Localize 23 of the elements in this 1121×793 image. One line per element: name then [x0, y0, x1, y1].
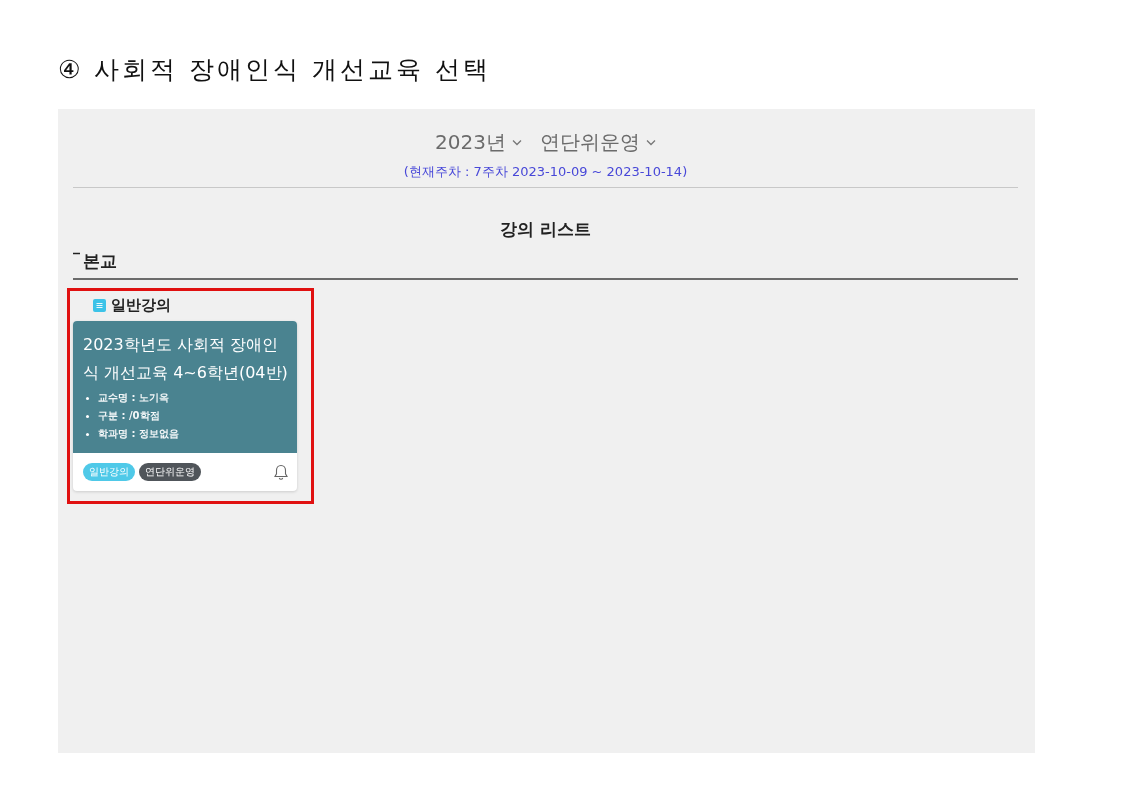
- campus-label[interactable]: 본교: [83, 248, 117, 274]
- list-icon: [93, 298, 106, 312]
- step-heading: ④ 사회적 장애인식 개선교육 선택: [58, 54, 493, 86]
- bullet-icon: [86, 414, 89, 418]
- course-detail: 교수명 : 노기옥: [98, 391, 169, 405]
- course-card[interactable]: 2023학년도 사회적 장애인식 개선교육 4~6학년(04반) 교수명 : 노기옥 구분 : /0학점 학과명 : 정보없음 일반강의 연단위운영: [73, 321, 297, 491]
- bullet-icon: [86, 396, 89, 400]
- course-tag: 일반강의: [83, 463, 135, 481]
- year-dropdown[interactable]: 2023년: [435, 129, 506, 155]
- collapse-icon[interactable]: [73, 252, 80, 255]
- current-week-text: (현재주차 : 7주차 2023-10-09 ~ 2023-10-14): [403, 164, 688, 179]
- category-label: 일반강의: [111, 295, 171, 315]
- bullet-icon: [86, 432, 89, 436]
- list-title: 강의 리스트: [500, 219, 591, 239]
- course-detail: 구분 : /0학점: [98, 409, 160, 423]
- course-tag: 연단위운영: [139, 463, 201, 481]
- course-detail: 학과명 : 정보없음: [98, 427, 179, 441]
- course-title: 2023학년도 사회적 장애인식 개선교육 4~6학년(04반): [83, 334, 289, 384]
- chevron-down-icon: [645, 138, 656, 146]
- term-dropdown[interactable]: 연단위운영: [539, 129, 640, 155]
- card-header[interactable]: 2023학년도 사회적 장애인식 개선교육 4~6학년(04반) 교수명 : 노기옥 구분 : /0학점 학과명 : 정보없음: [73, 321, 297, 453]
- bell-icon[interactable]: [273, 463, 289, 481]
- chevron-down-icon: [511, 138, 522, 146]
